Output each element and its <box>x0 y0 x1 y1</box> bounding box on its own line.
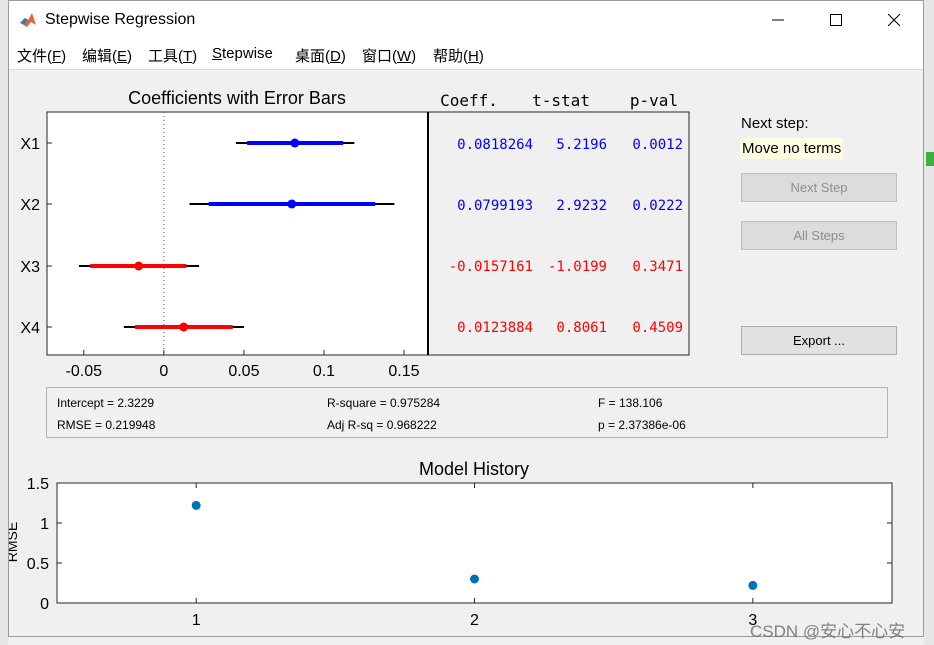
history-y-tick-label-1: 0.5 <box>27 556 49 573</box>
stat-f: F = 138.106 <box>598 396 663 410</box>
table-pval-4: 0.4509 <box>632 320 683 336</box>
menu-tools[interactable]: 工具(T) <box>148 45 197 66</box>
menu-window[interactable]: 窗口(W) <box>362 45 416 66</box>
table-tstat-1: 5.2196 <box>556 137 607 153</box>
header-tstat: t-stat <box>532 91 590 110</box>
next-step-button[interactable]: Next Step <box>741 173 897 202</box>
row-label-X3: X3 <box>20 259 40 276</box>
history-x-tick-label-0: 1 <box>192 612 201 629</box>
maximize-icon <box>830 14 842 26</box>
row-label-X2: X2 <box>20 197 40 214</box>
next-step-label: Next step: <box>741 115 809 132</box>
table-coeff-4: 0.0123884 <box>457 320 533 336</box>
title-bar[interactable]: Stepwise Regression <box>9 1 923 39</box>
model-stats-panel: Intercept = 2.3229 R-square = 0.975284 F… <box>46 387 888 438</box>
csdn-watermark: CSDN @安心不心安 <box>750 622 906 641</box>
table-coeff-1: 0.0818264 <box>457 137 533 153</box>
stat-intercept: Intercept = 2.3229 <box>57 396 155 410</box>
menu-help[interactable]: 帮助(H) <box>433 45 484 66</box>
history-x-tick-label-1: 2 <box>470 612 479 629</box>
coef-point-X1 <box>290 138 300 148</box>
history-point-3 <box>748 580 758 590</box>
header-pval: p-val <box>630 91 678 110</box>
row-label-X1: X1 <box>20 136 40 153</box>
table-tstat-3: -1.0199 <box>548 259 607 275</box>
maximize-button[interactable] <box>807 1 865 39</box>
stat-rmse: RMSE = 0.219948 <box>57 418 156 432</box>
export-button[interactable]: Export ... <box>741 326 897 355</box>
minimize-icon <box>772 19 784 21</box>
history-plot-axes[interactable] <box>56 482 893 604</box>
window-title: Stepwise Regression <box>45 11 196 28</box>
header-coeff: Coeff. <box>440 91 498 110</box>
stat-p: p = 2.37386e-06 <box>598 418 686 432</box>
table-tstat-2: 2.9232 <box>556 198 607 214</box>
menu-file[interactable]: 文件(F) <box>17 45 66 66</box>
history-y-tick-label-3: 1.5 <box>27 476 49 493</box>
table-coeff-2: 0.0799193 <box>457 198 533 214</box>
coef-point-X4 <box>179 322 189 332</box>
coef-plot-title: Coefficients with Error Bars <box>128 88 346 108</box>
history-y-tick-label-0: 0 <box>40 596 49 613</box>
history-y-label: RMSE <box>9 522 20 562</box>
matlab-icon <box>19 11 37 29</box>
x-tick-label-3: 0.1 <box>313 363 335 380</box>
table-tstat-4: 0.8061 <box>556 320 607 336</box>
next-step-value: Move no terms <box>740 138 844 159</box>
menu-edit[interactable]: 编辑(E) <box>82 45 132 66</box>
table-pval-2: 0.0222 <box>632 198 683 214</box>
desktop-left-strip <box>0 0 8 645</box>
coef-point-X2 <box>287 199 297 209</box>
table-pval-3: 0.3471 <box>632 259 683 275</box>
x-tick-label-1: 0 <box>159 363 168 380</box>
history-plot-title: Model History <box>419 459 529 479</box>
desktop-green-indicator <box>926 152 934 166</box>
coef-plot-axes[interactable] <box>46 111 429 356</box>
minimize-button[interactable] <box>749 1 807 39</box>
close-button[interactable] <box>865 1 923 39</box>
stepwise-window: Stepwise Regression 文件(F) 编辑(E) 工具(T) St… <box>8 0 924 637</box>
menu-bar: 文件(F) 编辑(E) 工具(T) Stepwise 桌面(D) 窗口(W) 帮… <box>9 39 923 70</box>
close-icon <box>888 14 900 26</box>
all-steps-button[interactable]: All Steps <box>741 221 897 250</box>
stat-rsquare: R-square = 0.975284 <box>327 396 441 410</box>
row-label-X4: X4 <box>20 320 40 337</box>
table-pval-1: 0.0012 <box>632 137 683 153</box>
menu-desktop[interactable]: 桌面(D) <box>295 45 346 66</box>
history-y-tick-label-2: 1 <box>40 516 49 533</box>
menu-stepwise[interactable]: Stepwise <box>212 45 273 62</box>
figure-client-area: Coefficients with Error Bars X1 X2 X3 X4 -0… <box>9 70 923 636</box>
table-coeff-3: -0.0157161 <box>449 259 533 275</box>
history-point-2 <box>470 574 479 584</box>
x-tick-label-2: 0.05 <box>228 363 259 380</box>
x-tick-label-4: 0.15 <box>388 363 419 380</box>
x-tick-label-0: -0.05 <box>66 363 103 380</box>
stat-adj-rsq: Adj R-sq = 0.968222 <box>327 418 437 432</box>
desktop-right-strip <box>924 0 934 645</box>
coef-point-X3 <box>134 261 144 271</box>
history-point-1 <box>191 500 201 510</box>
